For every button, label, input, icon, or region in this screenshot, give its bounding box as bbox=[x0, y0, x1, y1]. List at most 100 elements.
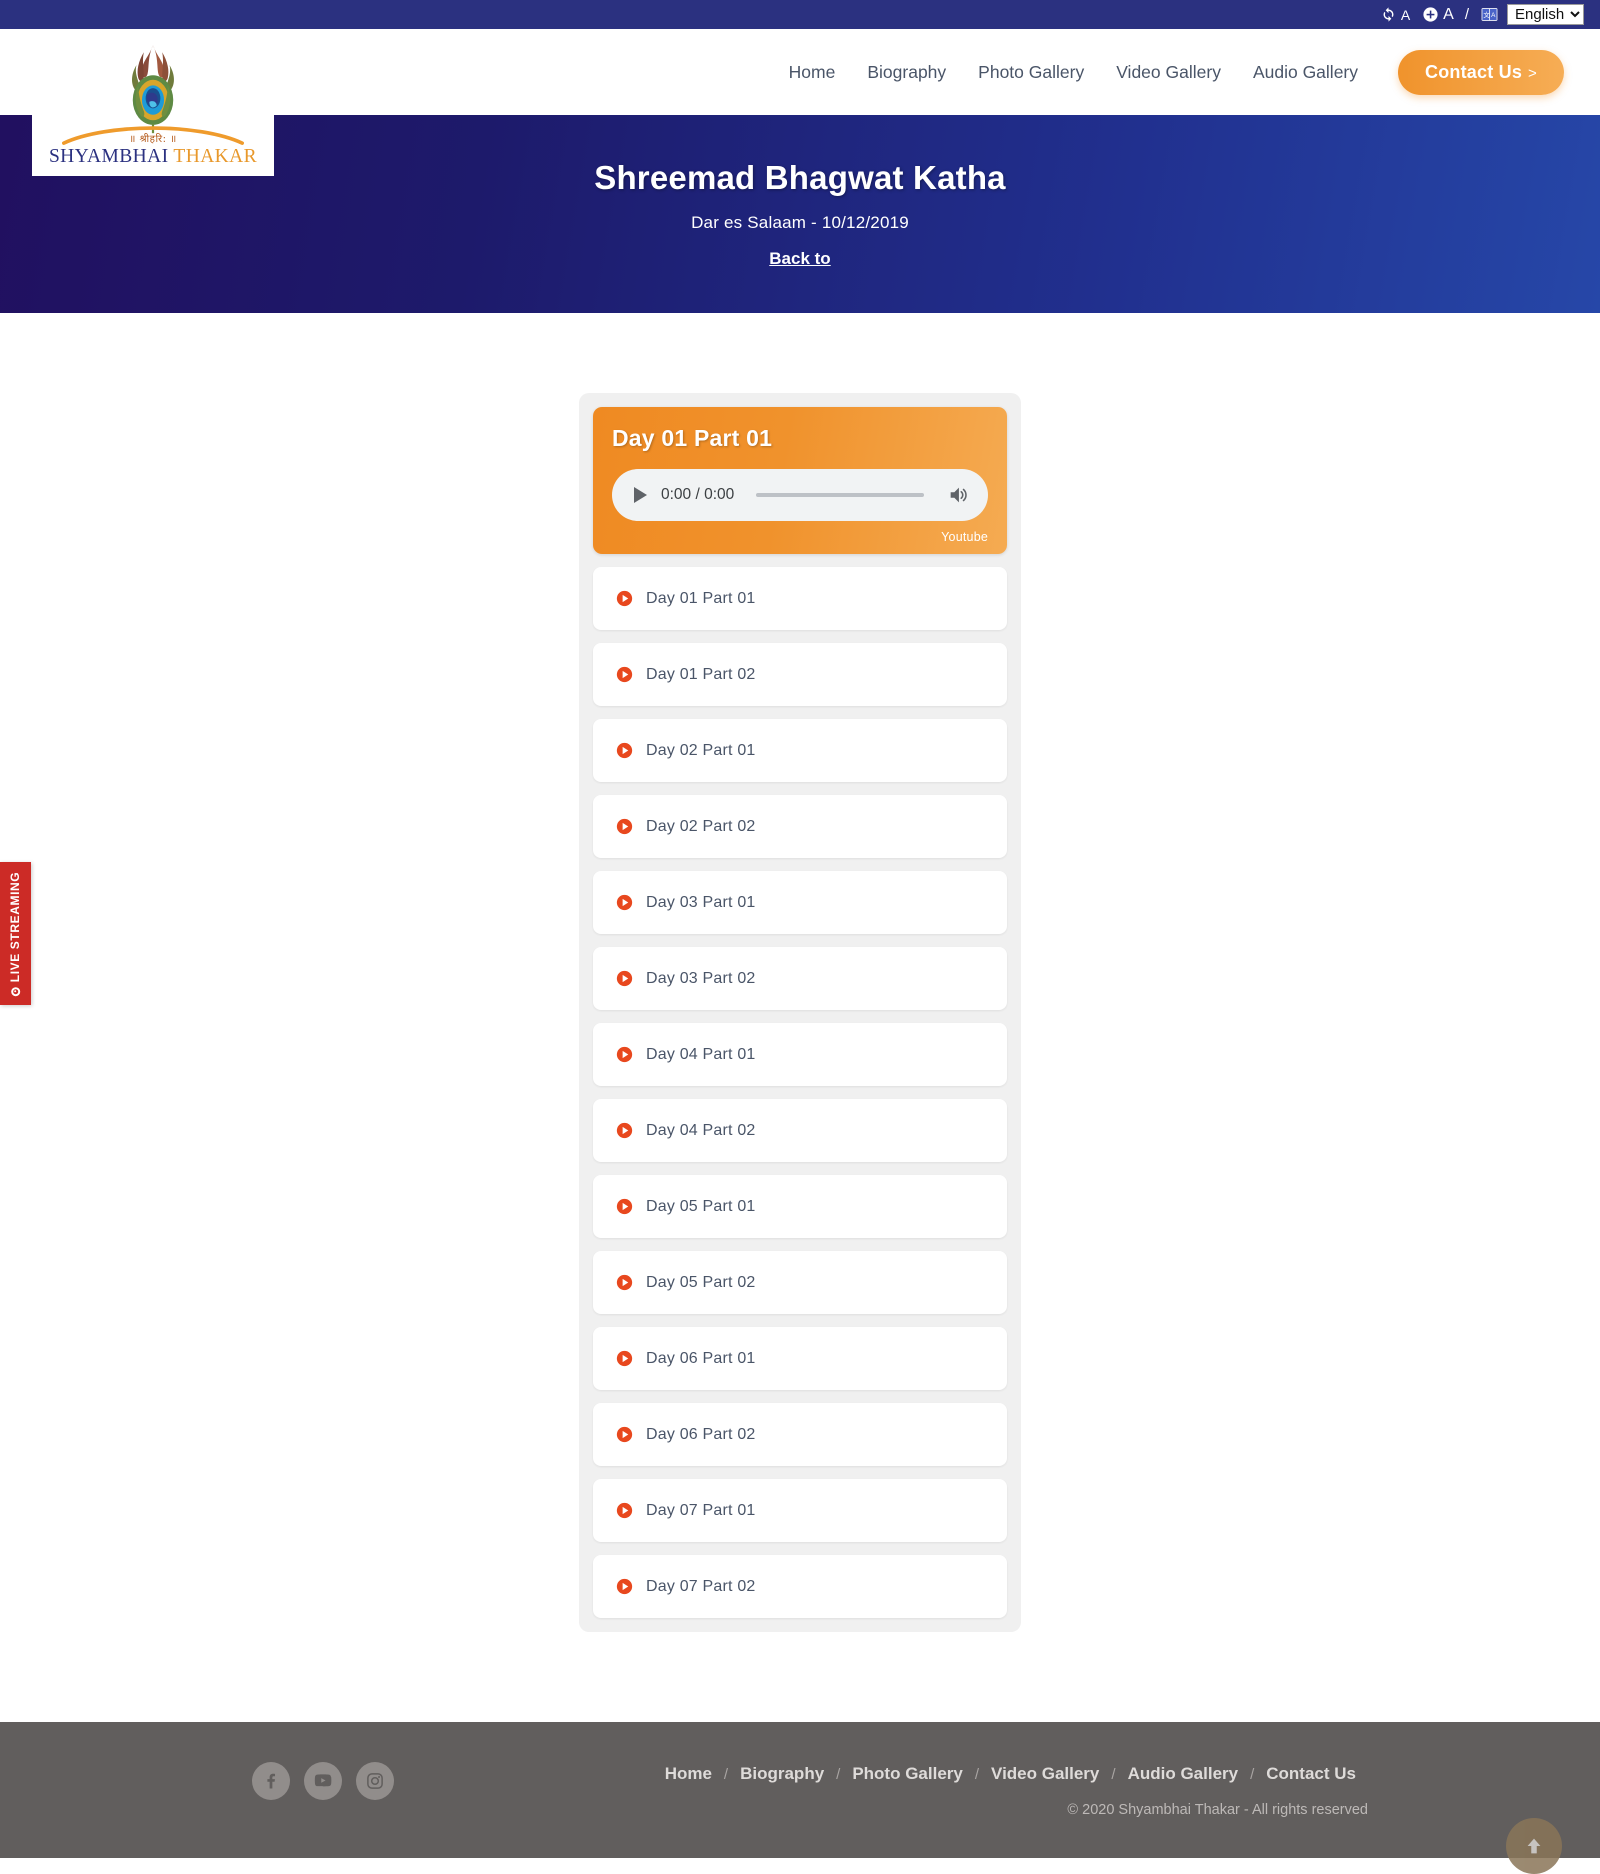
live-streaming-label: LIVE STREAMING bbox=[8, 871, 23, 982]
volume-icon[interactable] bbox=[946, 484, 970, 506]
copyright-text: © 2020 Shyambhai Thakar - All rights res… bbox=[1067, 1802, 1368, 1818]
main-content: Day 01 Part 01 0:00 / 0:00 Youtube Day 0 bbox=[0, 313, 1600, 1722]
plus-circle-icon[interactable] bbox=[1422, 6, 1439, 23]
font-increase-control[interactable]: A bbox=[1422, 6, 1454, 23]
track-row[interactable]: Day 07 Part 02 bbox=[593, 1555, 1007, 1618]
site-footer: Home / Biography / Photo Gallery / Video… bbox=[0, 1722, 1600, 1874]
track-label: Day 02 Part 02 bbox=[646, 817, 756, 835]
site-header: ॥ श्रीहरि: ॥ SHYAMBHAI THAKAR Home Biogr… bbox=[0, 29, 1600, 176]
record-circle-icon bbox=[11, 986, 20, 996]
youtube-link[interactable] bbox=[304, 1762, 342, 1800]
footer-right: Home / Biography / Photo Gallery / Video… bbox=[653, 1752, 1368, 1818]
play-icon bbox=[616, 590, 633, 607]
chevron-right-icon: > bbox=[1528, 64, 1537, 82]
track-row[interactable]: Day 02 Part 01 bbox=[593, 719, 1007, 782]
track-row[interactable]: Day 07 Part 01 bbox=[593, 1479, 1007, 1542]
refresh-icon[interactable] bbox=[1380, 6, 1397, 23]
nav-item-audio-gallery[interactable]: Audio Gallery bbox=[1237, 62, 1374, 83]
track-row[interactable]: Day 04 Part 02 bbox=[593, 1099, 1007, 1162]
play-icon bbox=[616, 742, 633, 759]
track-label: Day 02 Part 01 bbox=[646, 741, 756, 759]
logo-word-first: SHYAMBHAI bbox=[48, 146, 174, 167]
track-row[interactable]: Day 03 Part 01 bbox=[593, 871, 1007, 934]
now-playing-title: Day 01 Part 01 bbox=[612, 425, 773, 451]
track-label: Day 07 Part 01 bbox=[646, 1501, 756, 1519]
contact-us-button[interactable]: Contact Us > bbox=[1398, 49, 1564, 95]
instagram-link[interactable] bbox=[356, 1762, 394, 1800]
track-row[interactable]: Day 01 Part 01 bbox=[593, 567, 1007, 630]
play-icon bbox=[616, 1426, 633, 1443]
track-label: Day 05 Part 02 bbox=[646, 1273, 756, 1291]
top-utility-bar: A A / 文 A English bbox=[0, 0, 1600, 29]
track-list: Day 01 Part 01 Day 01 Part 02 Day 02 Par… bbox=[593, 567, 1007, 1618]
footer-link-home[interactable]: Home bbox=[653, 1764, 724, 1784]
track-label: Day 06 Part 01 bbox=[646, 1349, 756, 1367]
audio-progress-slider[interactable] bbox=[756, 493, 924, 497]
track-label: Day 03 Part 02 bbox=[646, 969, 756, 987]
back-link[interactable]: Back to bbox=[769, 249, 830, 269]
track-label: Day 07 Part 02 bbox=[646, 1577, 756, 1595]
player-source-label: Youtube bbox=[941, 530, 988, 544]
site-logo[interactable]: ॥ श्रीहरि: ॥ SHYAMBHAI THAKAR bbox=[32, 29, 274, 176]
footer-link-contact-us[interactable]: Contact Us bbox=[1254, 1764, 1368, 1784]
font-reset-control[interactable]: A bbox=[1380, 6, 1410, 23]
track-label: Day 06 Part 02 bbox=[646, 1425, 756, 1443]
live-streaming-tab-inner: LIVE STREAMING bbox=[8, 871, 23, 996]
facebook-icon bbox=[267, 1773, 276, 1789]
track-row[interactable]: Day 03 Part 02 bbox=[593, 947, 1007, 1010]
nav-item-home[interactable]: Home bbox=[773, 62, 852, 83]
track-label: Day 01 Part 02 bbox=[646, 665, 756, 683]
font-reset-label: A bbox=[1400, 6, 1411, 23]
instagram-icon bbox=[367, 1773, 383, 1789]
play-icon bbox=[616, 1350, 633, 1367]
audio-time-display: 0:00 / 0:00 bbox=[661, 486, 735, 503]
main-navigation: Home Biography Photo Gallery Video Galle… bbox=[773, 49, 1564, 95]
scroll-to-top-button[interactable] bbox=[1506, 1818, 1562, 1874]
track-row[interactable]: Day 01 Part 02 bbox=[593, 643, 1007, 706]
track-row[interactable]: Day 05 Part 01 bbox=[593, 1175, 1007, 1238]
svg-text:文: 文 bbox=[1483, 10, 1490, 19]
nav-item-video-gallery[interactable]: Video Gallery bbox=[1100, 62, 1237, 83]
now-playing-card: Day 01 Part 01 0:00 / 0:00 Youtube bbox=[593, 407, 1007, 554]
play-icon bbox=[616, 1502, 633, 1519]
track-row[interactable]: Day 06 Part 01 bbox=[593, 1327, 1007, 1390]
footer-link-biography[interactable]: Biography bbox=[728, 1764, 836, 1784]
footer-navigation: Home / Biography / Photo Gallery / Video… bbox=[653, 1764, 1368, 1784]
logo-wordmark: SHYAMBHAI THAKAR bbox=[49, 146, 257, 168]
play-icon bbox=[616, 894, 633, 911]
track-label: Day 04 Part 01 bbox=[646, 1045, 756, 1063]
arrow-up-icon bbox=[1527, 1838, 1541, 1854]
track-row[interactable]: Day 02 Part 02 bbox=[593, 795, 1007, 858]
play-icon bbox=[616, 1198, 633, 1215]
play-icon bbox=[616, 1122, 633, 1139]
font-increase-label: A bbox=[1443, 5, 1454, 23]
page-title: Shreemad Bhagwat Katha bbox=[594, 159, 1006, 196]
play-icon bbox=[616, 818, 633, 835]
track-label: Day 01 Part 01 bbox=[646, 589, 756, 607]
nav-item-photo-gallery[interactable]: Photo Gallery bbox=[962, 62, 1100, 83]
live-streaming-tab[interactable]: LIVE STREAMING bbox=[0, 862, 31, 1005]
play-icon bbox=[616, 1274, 633, 1291]
peacock-feather-icon bbox=[132, 44, 174, 134]
social-links bbox=[252, 1762, 394, 1800]
track-row[interactable]: Day 06 Part 02 bbox=[593, 1403, 1007, 1466]
youtube-icon bbox=[314, 1774, 332, 1787]
footer-link-photo-gallery[interactable]: Photo Gallery bbox=[840, 1764, 975, 1784]
footer-link-video-gallery[interactable]: Video Gallery bbox=[979, 1764, 1111, 1784]
logo-sanskrit-text: ॥ श्रीहरि: ॥ bbox=[129, 134, 177, 145]
track-row[interactable]: Day 05 Part 02 bbox=[593, 1251, 1007, 1314]
audio-player[interactable]: 0:00 / 0:00 bbox=[612, 469, 988, 521]
language-select[interactable]: English bbox=[1507, 4, 1584, 25]
facebook-link[interactable] bbox=[252, 1762, 290, 1800]
play-icon bbox=[616, 1046, 633, 1063]
footer-link-audio-gallery[interactable]: Audio Gallery bbox=[1116, 1764, 1251, 1784]
nav-item-biography[interactable]: Biography bbox=[851, 62, 962, 83]
track-row[interactable]: Day 04 Part 01 bbox=[593, 1023, 1007, 1086]
contact-us-label: Contact Us bbox=[1425, 61, 1523, 82]
translate-icon[interactable]: 文 A bbox=[1480, 5, 1499, 24]
track-label: Day 05 Part 01 bbox=[646, 1197, 756, 1215]
play-icon[interactable] bbox=[634, 487, 647, 503]
play-icon bbox=[616, 666, 633, 683]
track-label: Day 03 Part 01 bbox=[646, 893, 756, 911]
logo-word-second: THAKAR bbox=[173, 146, 258, 167]
